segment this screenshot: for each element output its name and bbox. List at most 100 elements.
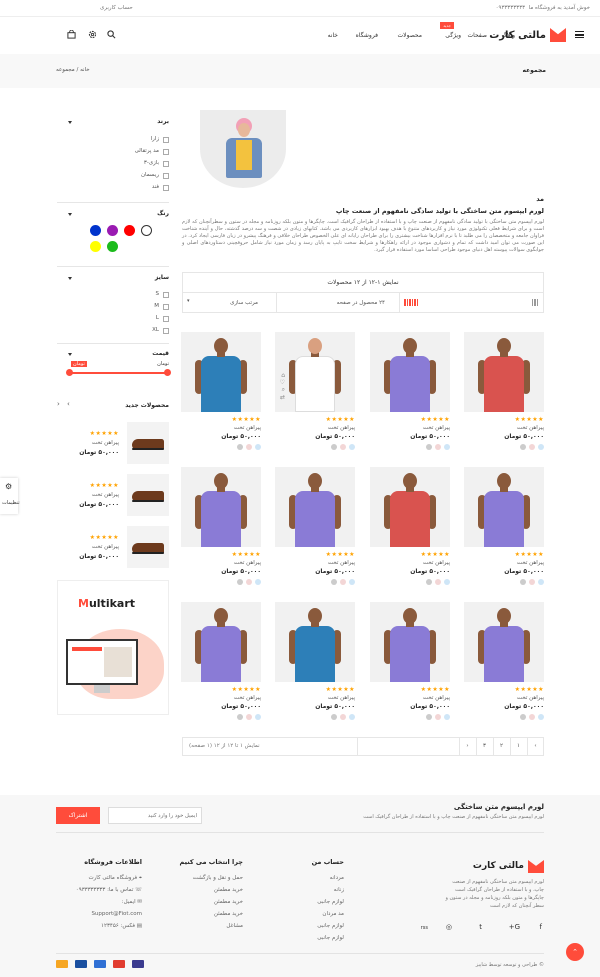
chevron-down-icon[interactable] bbox=[68, 277, 72, 280]
product-image[interactable] bbox=[127, 422, 169, 464]
checkbox[interactable] bbox=[163, 316, 169, 322]
color-dot[interactable] bbox=[520, 714, 526, 720]
filter-price-title[interactable]: قیمت bbox=[152, 350, 169, 357]
checkbox[interactable] bbox=[163, 149, 169, 155]
chevron-down-icon[interactable] bbox=[68, 213, 72, 216]
color-dot[interactable] bbox=[237, 579, 243, 585]
scroll-to-top-button[interactable]: ⌃ bbox=[566, 943, 584, 961]
product-name[interactable]: پیراهن تخت bbox=[234, 695, 261, 701]
color-dot[interactable] bbox=[349, 444, 355, 450]
pagination-prev[interactable]: › bbox=[527, 738, 543, 755]
pagination-page[interactable]: ۱ bbox=[510, 738, 526, 755]
checkbox[interactable] bbox=[163, 185, 169, 191]
product-image[interactable] bbox=[181, 602, 261, 682]
checkbox[interactable] bbox=[163, 304, 169, 310]
color-dot[interactable] bbox=[246, 444, 252, 450]
product-name[interactable]: پیراهن تخت bbox=[92, 544, 119, 550]
footer-link[interactable]: لوازم جانبی bbox=[317, 935, 344, 947]
chevron-down-icon[interactable] bbox=[68, 353, 72, 356]
breadcrumb-home[interactable]: خانه bbox=[80, 67, 90, 73]
google-plus-icon[interactable]: G+ bbox=[509, 923, 520, 931]
footer-link[interactable]: زنانه bbox=[317, 887, 344, 899]
product-name[interactable]: پیراهن تخت bbox=[517, 695, 544, 701]
product-image[interactable] bbox=[464, 467, 544, 547]
product-name[interactable]: پیراهن تخت bbox=[328, 695, 355, 701]
product-name[interactable]: پیراهن تخت bbox=[234, 425, 261, 431]
product-name[interactable]: پیراهن تخت bbox=[328, 425, 355, 431]
size-option[interactable]: S bbox=[69, 291, 169, 300]
product-card[interactable]: ★★★★★ پیراهن تخت ۵۰,۰۰۰ تومان bbox=[181, 467, 261, 587]
twitter-icon[interactable]: t bbox=[479, 923, 482, 931]
account-link[interactable]: حساب کاربری bbox=[100, 5, 133, 11]
product-name[interactable]: پیراهن تخت bbox=[423, 695, 450, 701]
price-slider-handle[interactable] bbox=[164, 369, 171, 376]
product-image[interactable] bbox=[464, 332, 544, 412]
brand-option[interactable]: بازی-۳ bbox=[69, 160, 169, 169]
chevron-down-icon[interactable]: ▾ bbox=[187, 298, 190, 304]
filter-color-title[interactable]: رنگ bbox=[157, 210, 169, 217]
color-dot[interactable] bbox=[426, 714, 432, 720]
product-card[interactable]: ★★★★★ پیراهن تخت ۵۰,۰۰۰ تومان bbox=[464, 332, 544, 452]
color-dot[interactable] bbox=[520, 579, 526, 585]
product-name[interactable]: پیراهن تخت bbox=[234, 560, 261, 566]
list-view-icon[interactable] bbox=[531, 299, 540, 306]
product-image[interactable] bbox=[370, 602, 450, 682]
footer-link[interactable]: مد مردان bbox=[317, 911, 344, 923]
size-option[interactable]: M bbox=[69, 303, 169, 312]
checkbox[interactable] bbox=[163, 161, 169, 167]
color-dot[interactable] bbox=[435, 444, 441, 450]
color-dot[interactable] bbox=[426, 444, 432, 450]
product-card[interactable]: ★★★★★ پیراهن تخت ۵۰,۰۰۰ تومان bbox=[464, 602, 544, 722]
color-dot[interactable] bbox=[331, 579, 337, 585]
sidebar-ad-banner[interactable]: Multikart bbox=[57, 580, 169, 715]
sort-select[interactable]: مرتب سازی bbox=[230, 293, 258, 313]
sidebar-product[interactable]: ★★★★★ پیراهن تخت ۵۰,۰۰۰ تومان bbox=[57, 526, 169, 570]
footer-link[interactable]: مشاغل bbox=[193, 923, 243, 935]
price-slider-handle[interactable] bbox=[66, 369, 73, 376]
product-card[interactable]: ★★★★★ پیراهن تخت ۵۰,۰۰۰ تومان bbox=[181, 602, 261, 722]
checkbox[interactable] bbox=[163, 292, 169, 298]
gear-icon[interactable]: ⚙ bbox=[5, 482, 12, 491]
product-image[interactable] bbox=[181, 332, 261, 412]
color-dot[interactable] bbox=[349, 714, 355, 720]
checkbox[interactable] bbox=[163, 137, 169, 143]
color-dot[interactable] bbox=[340, 714, 346, 720]
color-dot[interactable] bbox=[255, 444, 261, 450]
price-slider-track[interactable] bbox=[69, 372, 169, 374]
product-name[interactable]: پیراهن تخت bbox=[517, 425, 544, 431]
footer-link[interactable]: لوازم جانبی bbox=[317, 923, 344, 935]
sidebar-product[interactable]: ★★★★★ پیراهن تخت ۵۰,۰۰۰ تومان bbox=[57, 474, 169, 518]
facebook-icon[interactable]: f bbox=[540, 923, 542, 931]
nav-item-pages[interactable]: صفحات bbox=[468, 32, 487, 39]
color-dot[interactable] bbox=[237, 714, 243, 720]
product-image[interactable]: ⌂ ♡ ⌕ ⇄ bbox=[275, 332, 355, 412]
footer-link[interactable]: مردانه bbox=[317, 875, 344, 887]
color-dot[interactable] bbox=[435, 714, 441, 720]
color-dot[interactable] bbox=[237, 444, 243, 450]
color-dot[interactable] bbox=[529, 714, 535, 720]
color-swatch-yellow[interactable] bbox=[90, 241, 101, 252]
color-swatch-blue[interactable] bbox=[90, 225, 101, 236]
product-image[interactable] bbox=[370, 332, 450, 412]
color-dot[interactable] bbox=[435, 579, 441, 585]
brand-option[interactable]: ریسمان bbox=[69, 172, 169, 181]
per-page-select[interactable]: ۲۴ محصول در صفحه bbox=[337, 293, 385, 313]
pagination-next[interactable]: ‹ bbox=[459, 738, 475, 755]
product-card[interactable]: ⌂ ♡ ⌕ ⇄ ★★★★★ پیراهن تخت ۵۰,۰۰۰ تومان bbox=[275, 332, 355, 452]
product-image[interactable] bbox=[127, 526, 169, 568]
chevron-down-icon[interactable] bbox=[68, 121, 72, 124]
color-dot[interactable] bbox=[444, 579, 450, 585]
footer-link[interactable]: خرید مطمئن bbox=[193, 899, 243, 911]
instagram-icon[interactable]: ◎ bbox=[446, 923, 452, 931]
color-swatch-purple[interactable] bbox=[107, 225, 118, 236]
gear-icon[interactable] bbox=[88, 30, 97, 39]
product-name[interactable]: پیراهن تخت bbox=[423, 425, 450, 431]
color-swatch-white[interactable] bbox=[141, 225, 152, 236]
color-dot[interactable] bbox=[538, 444, 544, 450]
product-name[interactable]: پیراهن تخت bbox=[423, 560, 450, 566]
color-swatch-red[interactable] bbox=[124, 225, 135, 236]
nav-item-blog[interactable]: وبلاگ bbox=[501, 32, 515, 39]
cart-icon[interactable] bbox=[67, 30, 76, 39]
newsletter-email-input[interactable] bbox=[108, 807, 202, 824]
nav-item-products[interactable]: محصولات bbox=[398, 32, 422, 39]
